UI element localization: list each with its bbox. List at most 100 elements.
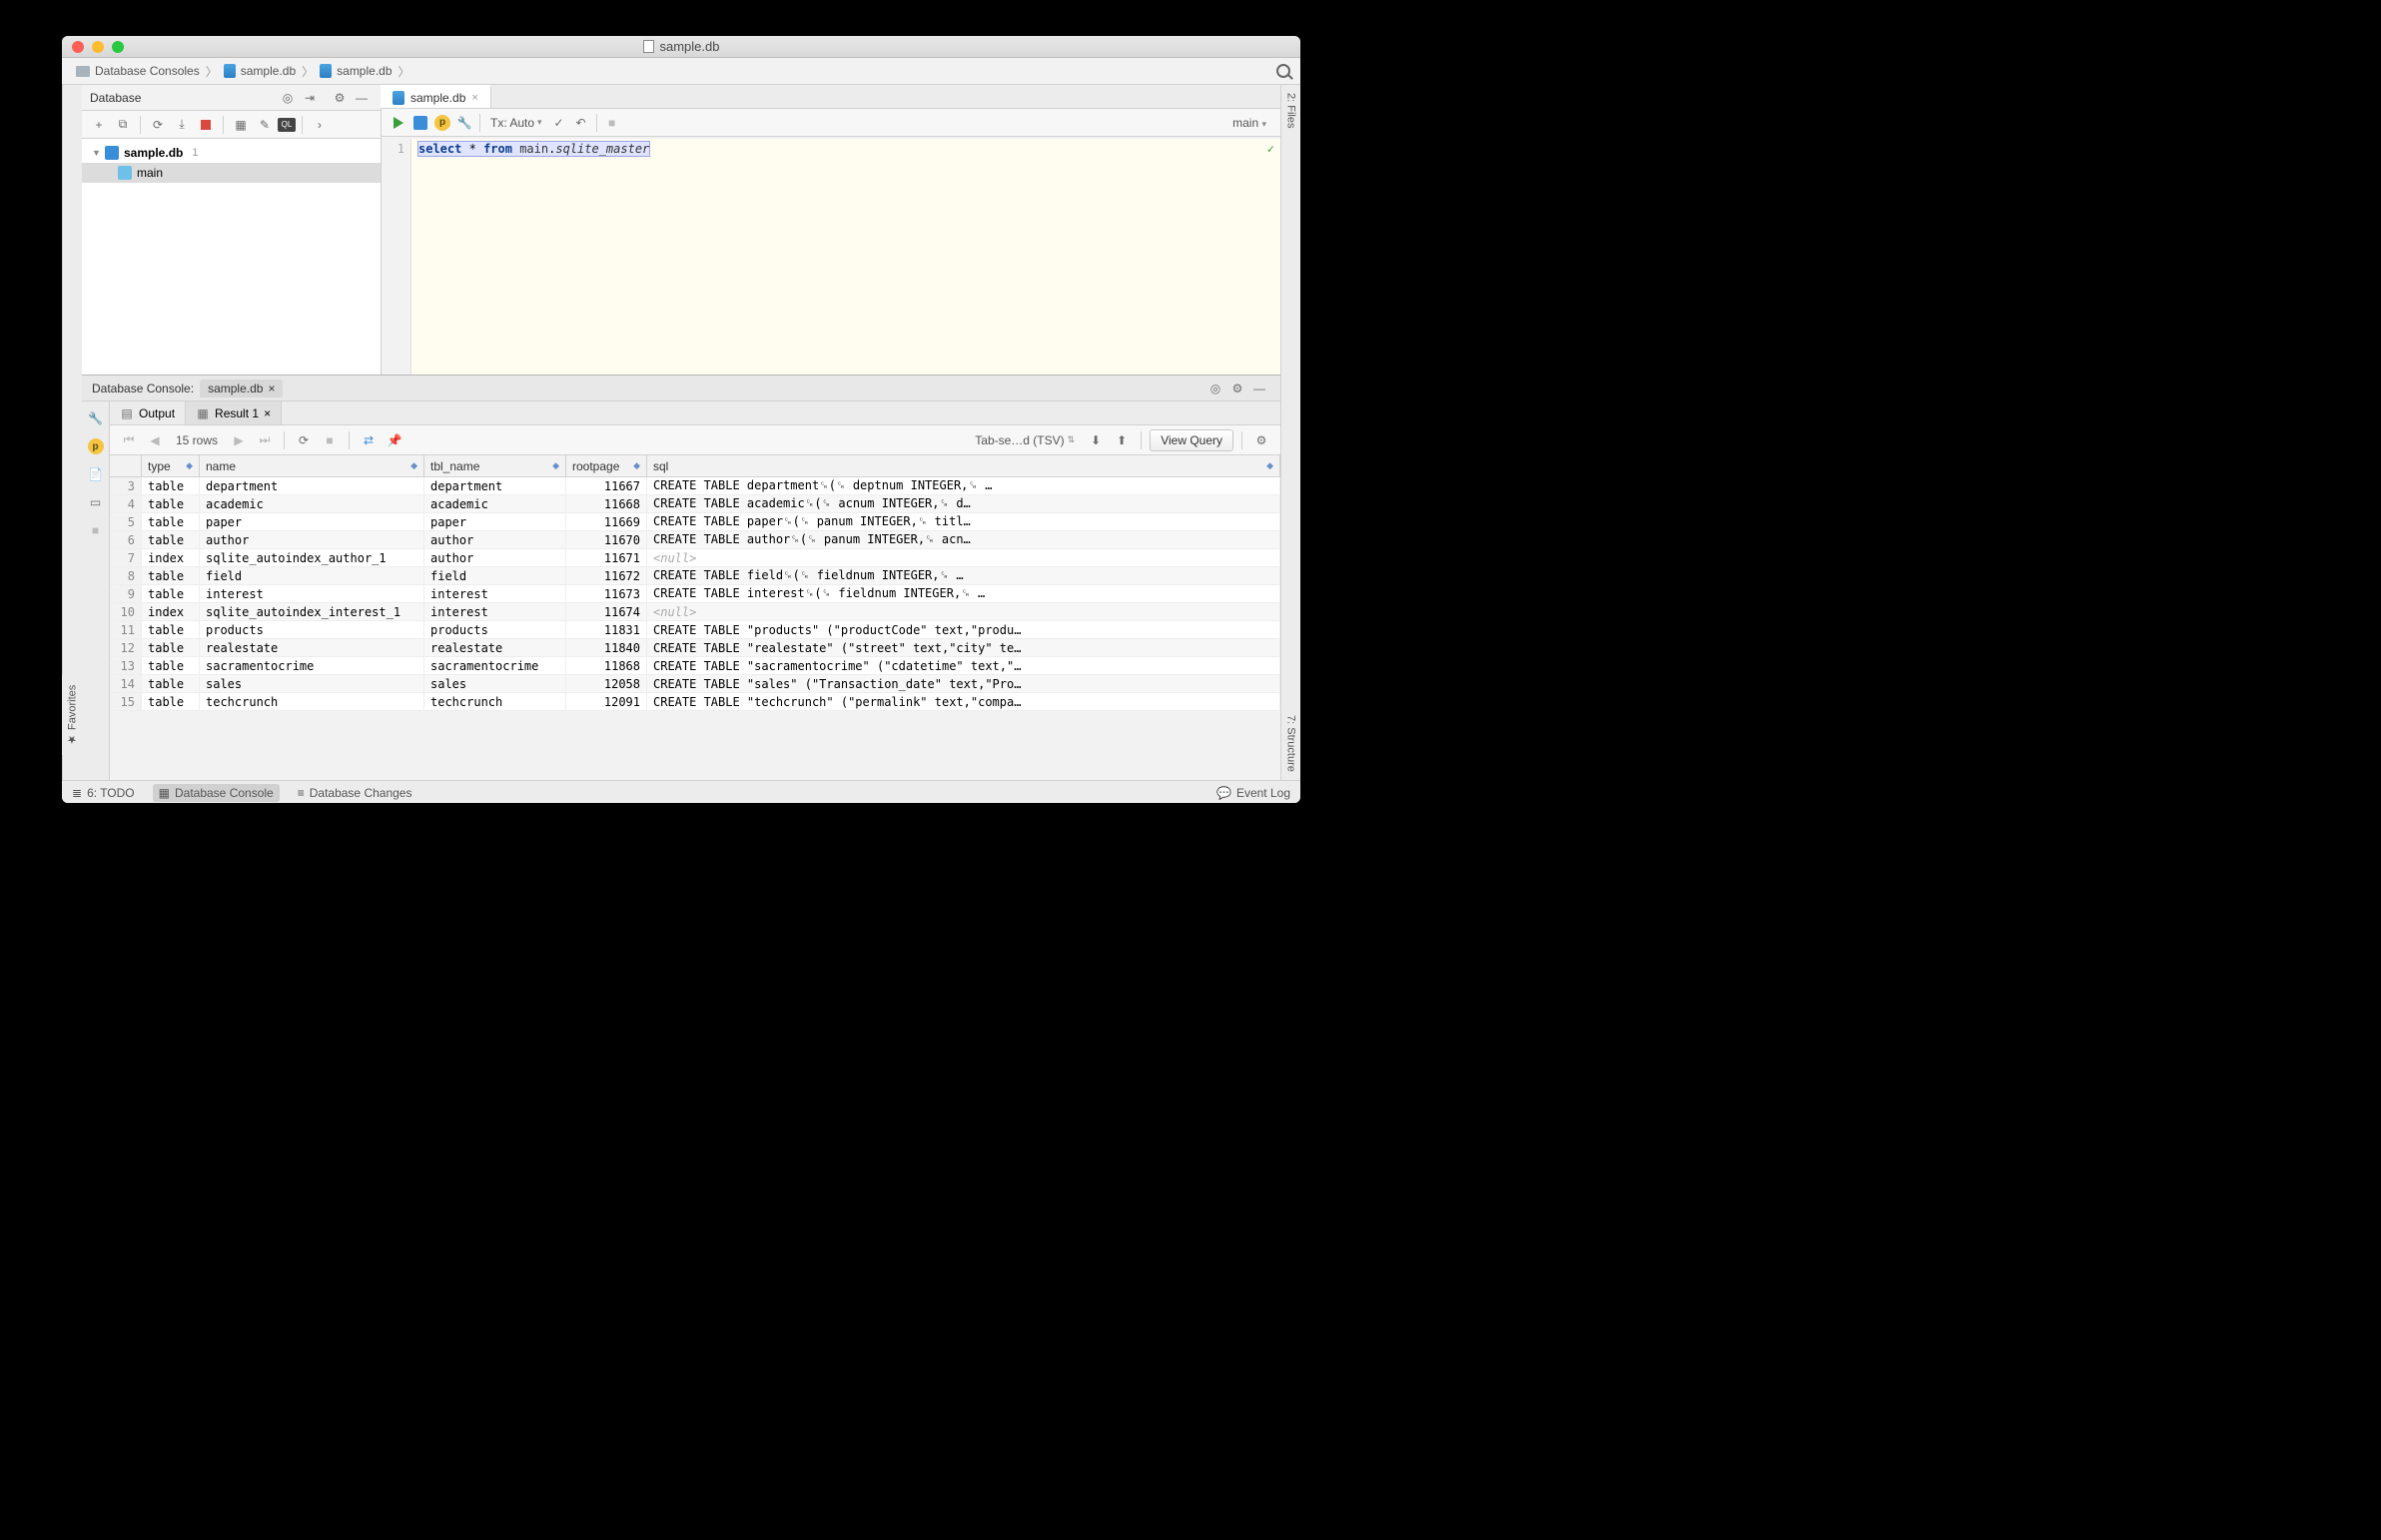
target-icon[interactable]: ◎ [1206, 380, 1224, 397]
export-format[interactable]: Tab-se…d (TSV) ⇅ [975, 433, 1075, 447]
rollback-icon[interactable]: ↶ [570, 112, 592, 134]
split-icon[interactable]: ⇥ [301, 89, 319, 107]
results-toolbar: ⏮ ◀ 15 rows ▶ ⏭ ⟳ ■ ⇄ 📌 [110, 425, 1280, 455]
stop-grey-icon[interactable]: ■ [319, 429, 341, 451]
upload-icon[interactable]: ⬆ [1111, 429, 1133, 451]
stop-button[interactable] [195, 114, 217, 136]
download-icon[interactable]: ⬇ [1085, 429, 1107, 451]
search-icon[interactable] [1276, 64, 1290, 78]
last-page-icon[interactable]: ⏭ [254, 429, 276, 451]
sql-file-icon [320, 64, 332, 78]
profile-badge[interactable]: p [85, 435, 107, 457]
add-icon[interactable]: + [88, 114, 110, 136]
compare-icon[interactable]: ⇄ [358, 429, 380, 451]
console-tab-output[interactable]: ▤ Output [110, 401, 186, 424]
ql-badge-icon[interactable]: QL [278, 118, 296, 132]
column-tblname[interactable]: tbl_name◆ [424, 455, 566, 476]
table-row[interactable]: 11tableproductsproducts11831CREATE TABLE… [110, 621, 1280, 639]
table-row[interactable]: 14tablesalessales12058CREATE TABLE "sale… [110, 675, 1280, 693]
console-tabs: ▤ Output ▦ Result 1 × [110, 401, 1280, 425]
table-row[interactable]: 10indexsqlite_autoindex_interest_1intere… [110, 603, 1280, 621]
table-row[interactable]: 7indexsqlite_autoindex_author_1author116… [110, 549, 1280, 567]
tool-db-changes[interactable]: ≡ Database Changes [298, 786, 412, 800]
close-icon[interactable]: × [268, 382, 275, 395]
table-row[interactable]: 4tableacademicacademic11668CREATE TABLE … [110, 495, 1280, 513]
code-area[interactable]: select * from main.sqlite_master ✓ [411, 139, 1280, 375]
table-row[interactable]: 8tablefieldfield11672CREATE TABLE field␍… [110, 567, 1280, 585]
console-panel: Database Console: sample.db × ◎ ⚙ — 🔧 p … [82, 375, 1280, 780]
column-rownum[interactable] [110, 455, 142, 476]
tool-files[interactable]: 2: Files [1285, 93, 1297, 128]
refresh-icon[interactable]: ⟳ [293, 429, 315, 451]
table-row[interactable]: 15tabletechcrunchtechcrunch12091CREATE T… [110, 693, 1280, 711]
close-icon[interactable]: × [264, 406, 271, 420]
first-page-icon[interactable]: ⏮ [118, 429, 140, 451]
console-header-tab[interactable]: sample.db × [200, 380, 283, 397]
wrench-icon[interactable]: 🔧 [453, 112, 475, 134]
gear-icon[interactable]: ⚙ [1228, 380, 1246, 397]
tool-db-console[interactable]: ▦ Database Console [153, 784, 280, 802]
next-page-icon[interactable]: ▶ [228, 429, 250, 451]
breadcrumb-label: sample.db [337, 64, 392, 78]
stop-grey-icon[interactable]: ■ [85, 519, 107, 541]
commit-icon[interactable]: ✓ [548, 112, 570, 134]
line-gutter: 1 [382, 139, 411, 375]
code-editor[interactable]: 1 select * from main.sqlite_master ✓ [382, 139, 1280, 375]
breadcrumb-1[interactable]: sample.db [220, 64, 300, 78]
run-button[interactable] [388, 112, 409, 134]
tool-database[interactable]: 1: Database [67, 93, 79, 152]
tool-favorites[interactable]: ★ Favorites [66, 684, 79, 745]
table-row[interactable]: 9tableinterestinterest11673CREATE TABLE … [110, 585, 1280, 603]
wrench-icon[interactable]: 🔧 [85, 407, 107, 429]
new-console-icon[interactable] [409, 112, 431, 134]
column-name[interactable]: name◆ [200, 455, 424, 476]
tool-event-log[interactable]: 💬 Event Log [1216, 786, 1290, 800]
tree-node-schema[interactable]: main [82, 163, 381, 183]
column-type[interactable]: type◆ [142, 455, 200, 476]
tool-todo[interactable]: ≣ 6: TODO [72, 786, 135, 800]
pin-icon[interactable]: 📌 [384, 429, 405, 451]
console-header-label: Database Console: [92, 382, 194, 395]
table-row[interactable]: 5tablepaperpaper11669CREATE TABLE paper␍… [110, 513, 1280, 531]
app-window: sample.db Database Consoles 〉 sample.db … [62, 36, 1300, 803]
minimize-panel-icon[interactable]: — [1250, 380, 1268, 397]
stop-grey-icon[interactable]: ■ [601, 112, 623, 134]
tab-label: Result 1 [215, 406, 259, 420]
tool-structure[interactable]: 7: Structure [1285, 715, 1297, 772]
gear-icon[interactable]: ⚙ [1250, 429, 1272, 451]
breadcrumb-label: Database Consoles [95, 64, 200, 78]
breadcrumb-0[interactable]: Database Consoles [72, 64, 204, 78]
layout-icon[interactable]: ▭ [85, 491, 107, 513]
table-icon[interactable]: ▦ [230, 114, 252, 136]
editor-tab-sample[interactable]: sample.db × [381, 85, 491, 108]
tree-node-root[interactable]: ▼ sample.db 1 [82, 143, 381, 163]
sync-icon[interactable]: ⤓ [171, 114, 193, 136]
column-sql[interactable]: sql◆ [647, 455, 1280, 476]
tx-mode[interactable]: Tx: Auto ▾ [490, 116, 542, 130]
table-row[interactable]: 13tablesacramentocrimesacramentocrime118… [110, 657, 1280, 675]
table-row[interactable]: 6tableauthorauthor11670CREATE TABLE auth… [110, 531, 1280, 549]
prev-page-icon[interactable]: ◀ [144, 429, 166, 451]
table-row[interactable]: 3tabledepartmentdepartment11667CREATE TA… [110, 477, 1280, 495]
close-icon[interactable]: × [471, 92, 477, 104]
bottom-tools: ≣ 6: TODO ▦ Database Console ≡ Database … [62, 780, 1300, 803]
console-tab-result[interactable]: ▦ Result 1 × [186, 401, 282, 424]
target-icon[interactable]: ◎ [279, 89, 297, 107]
schema-selector[interactable]: main ▾ [1232, 116, 1266, 130]
column-rootpage[interactable]: rootpage◆ [566, 455, 647, 476]
schema-icon [118, 166, 132, 180]
view-query-button[interactable]: View Query [1150, 429, 1233, 451]
chevron-right-icon[interactable]: › [309, 114, 331, 136]
table-row[interactable]: 12tablerealestaterealestate11840CREATE T… [110, 639, 1280, 657]
breadcrumb-bar: Database Consoles 〉 sample.db 〉 sample.d… [62, 58, 1300, 85]
editor-pane: 1 select * from main.sqlite_master ✓ [382, 139, 1280, 375]
gear-icon[interactable]: ⚙ [331, 89, 349, 107]
breadcrumb-2[interactable]: sample.db [316, 64, 396, 78]
refresh-icon[interactable]: ⟳ [147, 114, 169, 136]
console-plus-icon[interactable]: 📄 [85, 463, 107, 485]
copy-icon[interactable]: ⧉ [112, 114, 134, 136]
disclosure-down-icon[interactable]: ▼ [92, 148, 100, 158]
edit-icon[interactable]: ✎ [254, 114, 276, 136]
minimize-panel-icon[interactable]: — [353, 89, 371, 107]
profile-badge[interactable]: p [431, 112, 453, 134]
